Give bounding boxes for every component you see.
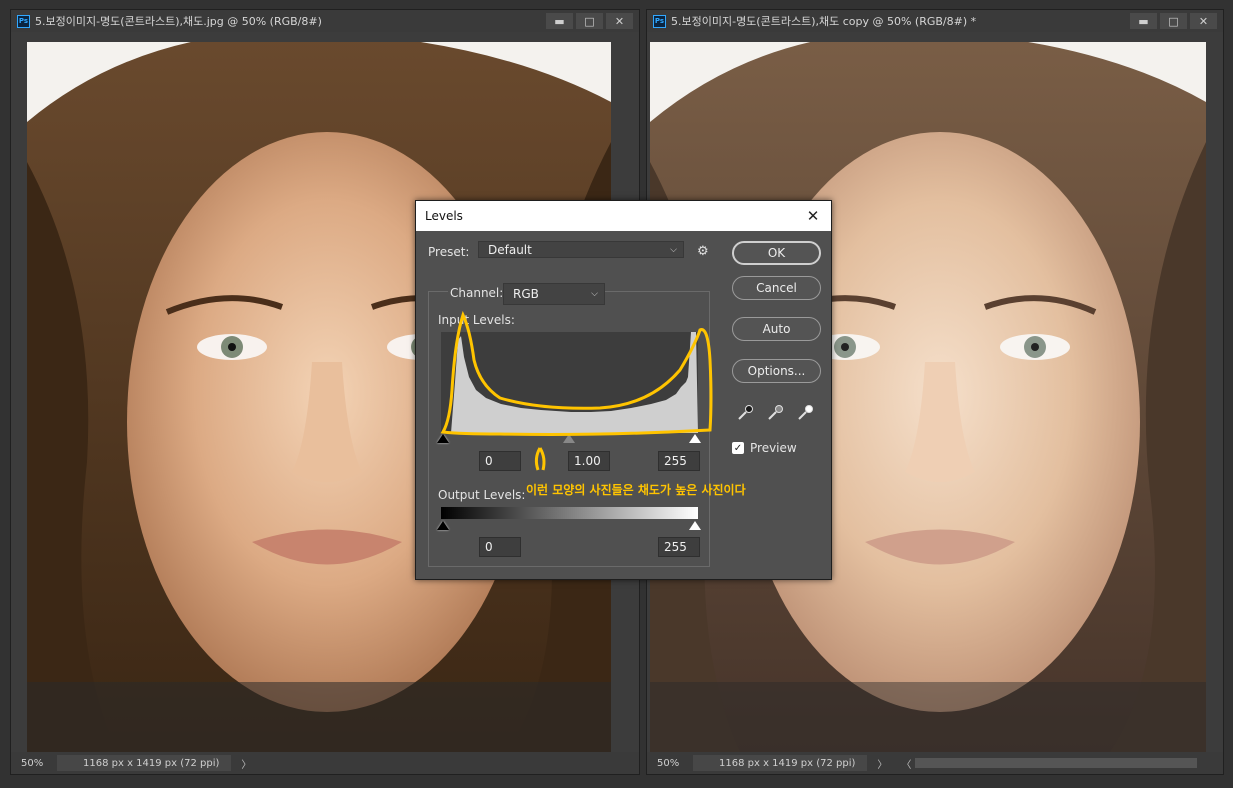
- minimize-button[interactable]: ▬: [546, 13, 573, 29]
- document-info[interactable]: 1168 px x 1419 px (72 ppi): [693, 755, 868, 771]
- chevron-down-icon: ⌵: [670, 244, 677, 255]
- white-eyedropper-icon[interactable]: [796, 404, 814, 422]
- input-levels-histogram: [441, 332, 698, 433]
- document-info[interactable]: 1168 px x 1419 px (72 ppi): [57, 755, 232, 771]
- input-black-point-slider[interactable]: [437, 434, 449, 443]
- info-menu-arrow-icon[interactable]: 〉: [231, 756, 261, 771]
- output-white-field[interactable]: 255: [658, 537, 700, 557]
- photoshop-workspace: Ps 5.보정이미지-명도(콘트라스트),채도.jpg @ 50% (RGB/8…: [0, 0, 1233, 788]
- annotation-text: 이런 모양의 사진들은 채도가 높은 사진이다: [526, 483, 746, 497]
- input-white-point-slider[interactable]: [689, 434, 701, 443]
- photoshop-icon: Ps: [653, 14, 666, 28]
- close-icon[interactable]: ✕: [803, 206, 823, 226]
- horizontal-scrollbar[interactable]: [915, 758, 1197, 768]
- status-bar: 50% 1168 px x 1419 px (72 ppi) 〉 〈: [647, 752, 1223, 774]
- document-title: 5.보정이미지-명도(콘트라스트),채도.jpg @ 50% (RGB/8#): [35, 15, 322, 28]
- document-title: 5.보정이미지-명도(콘트라스트),채도 copy @ 50% (RGB/8#)…: [671, 15, 977, 28]
- preset-value: Default: [488, 242, 532, 257]
- auto-button[interactable]: Auto: [732, 317, 821, 341]
- input-gamma-slider[interactable]: [563, 434, 575, 443]
- channel-select[interactable]: RGB ⌵: [503, 283, 605, 305]
- dialog-title-bar[interactable]: Levels ✕: [416, 201, 831, 231]
- zoom-level[interactable]: 50%: [647, 758, 693, 769]
- input-black-field[interactable]: 0: [479, 451, 521, 471]
- preset-label: Preset:: [428, 245, 470, 259]
- preset-select[interactable]: Default ⌵: [478, 241, 684, 258]
- input-gamma-field[interactable]: 1.00: [568, 451, 610, 471]
- output-black-field[interactable]: 0: [479, 537, 521, 557]
- histogram-graph: [441, 332, 698, 433]
- cancel-button[interactable]: Cancel: [732, 276, 821, 300]
- scroll-left-arrow-icon[interactable]: 〈: [897, 756, 915, 771]
- output-black-slider[interactable]: [437, 521, 449, 530]
- output-white-slider[interactable]: [689, 521, 701, 530]
- photoshop-icon: Ps: [17, 14, 30, 28]
- zoom-level[interactable]: 50%: [11, 758, 57, 769]
- output-levels-label: Output Levels:: [438, 488, 526, 502]
- ok-button[interactable]: OK: [732, 241, 821, 265]
- status-bar: 50% 1168 px x 1419 px (72 ppi) 〉: [11, 752, 639, 774]
- preview-checkbox[interactable]: ✓: [732, 442, 744, 454]
- output-gradient-bar: [441, 507, 698, 519]
- levels-dialog: Levels ✕ Preset: Default ⌵ ⚙ Channel: RG…: [415, 200, 832, 580]
- input-levels-label: Input Levels:: [438, 313, 515, 327]
- black-eyedropper-icon[interactable]: [736, 404, 754, 422]
- minimize-button[interactable]: ▬: [1130, 13, 1157, 29]
- preset-options-gear-icon[interactable]: ⚙: [697, 244, 709, 259]
- maximize-button[interactable]: □: [576, 13, 603, 29]
- channel-label: Channel:: [448, 286, 506, 300]
- preview-label: Preview: [750, 441, 797, 455]
- maximize-button[interactable]: □: [1160, 13, 1187, 29]
- gray-eyedropper-icon[interactable]: [766, 404, 784, 422]
- dialog-title: Levels: [425, 209, 463, 223]
- document-title-bar[interactable]: Ps 5.보정이미지-명도(콘트라스트),채도.jpg @ 50% (RGB/8…: [11, 10, 639, 32]
- document-title-bar[interactable]: Ps 5.보정이미지-명도(콘트라스트),채도 copy @ 50% (RGB/…: [647, 10, 1223, 32]
- channel-value: RGB: [513, 287, 539, 301]
- chevron-down-icon: ⌵: [591, 289, 598, 299]
- close-button[interactable]: ✕: [1190, 13, 1217, 29]
- options-button[interactable]: Options...: [732, 359, 821, 383]
- info-menu-arrow-icon[interactable]: 〉: [867, 756, 897, 771]
- close-button[interactable]: ✕: [606, 13, 633, 29]
- input-white-field[interactable]: 255: [658, 451, 700, 471]
